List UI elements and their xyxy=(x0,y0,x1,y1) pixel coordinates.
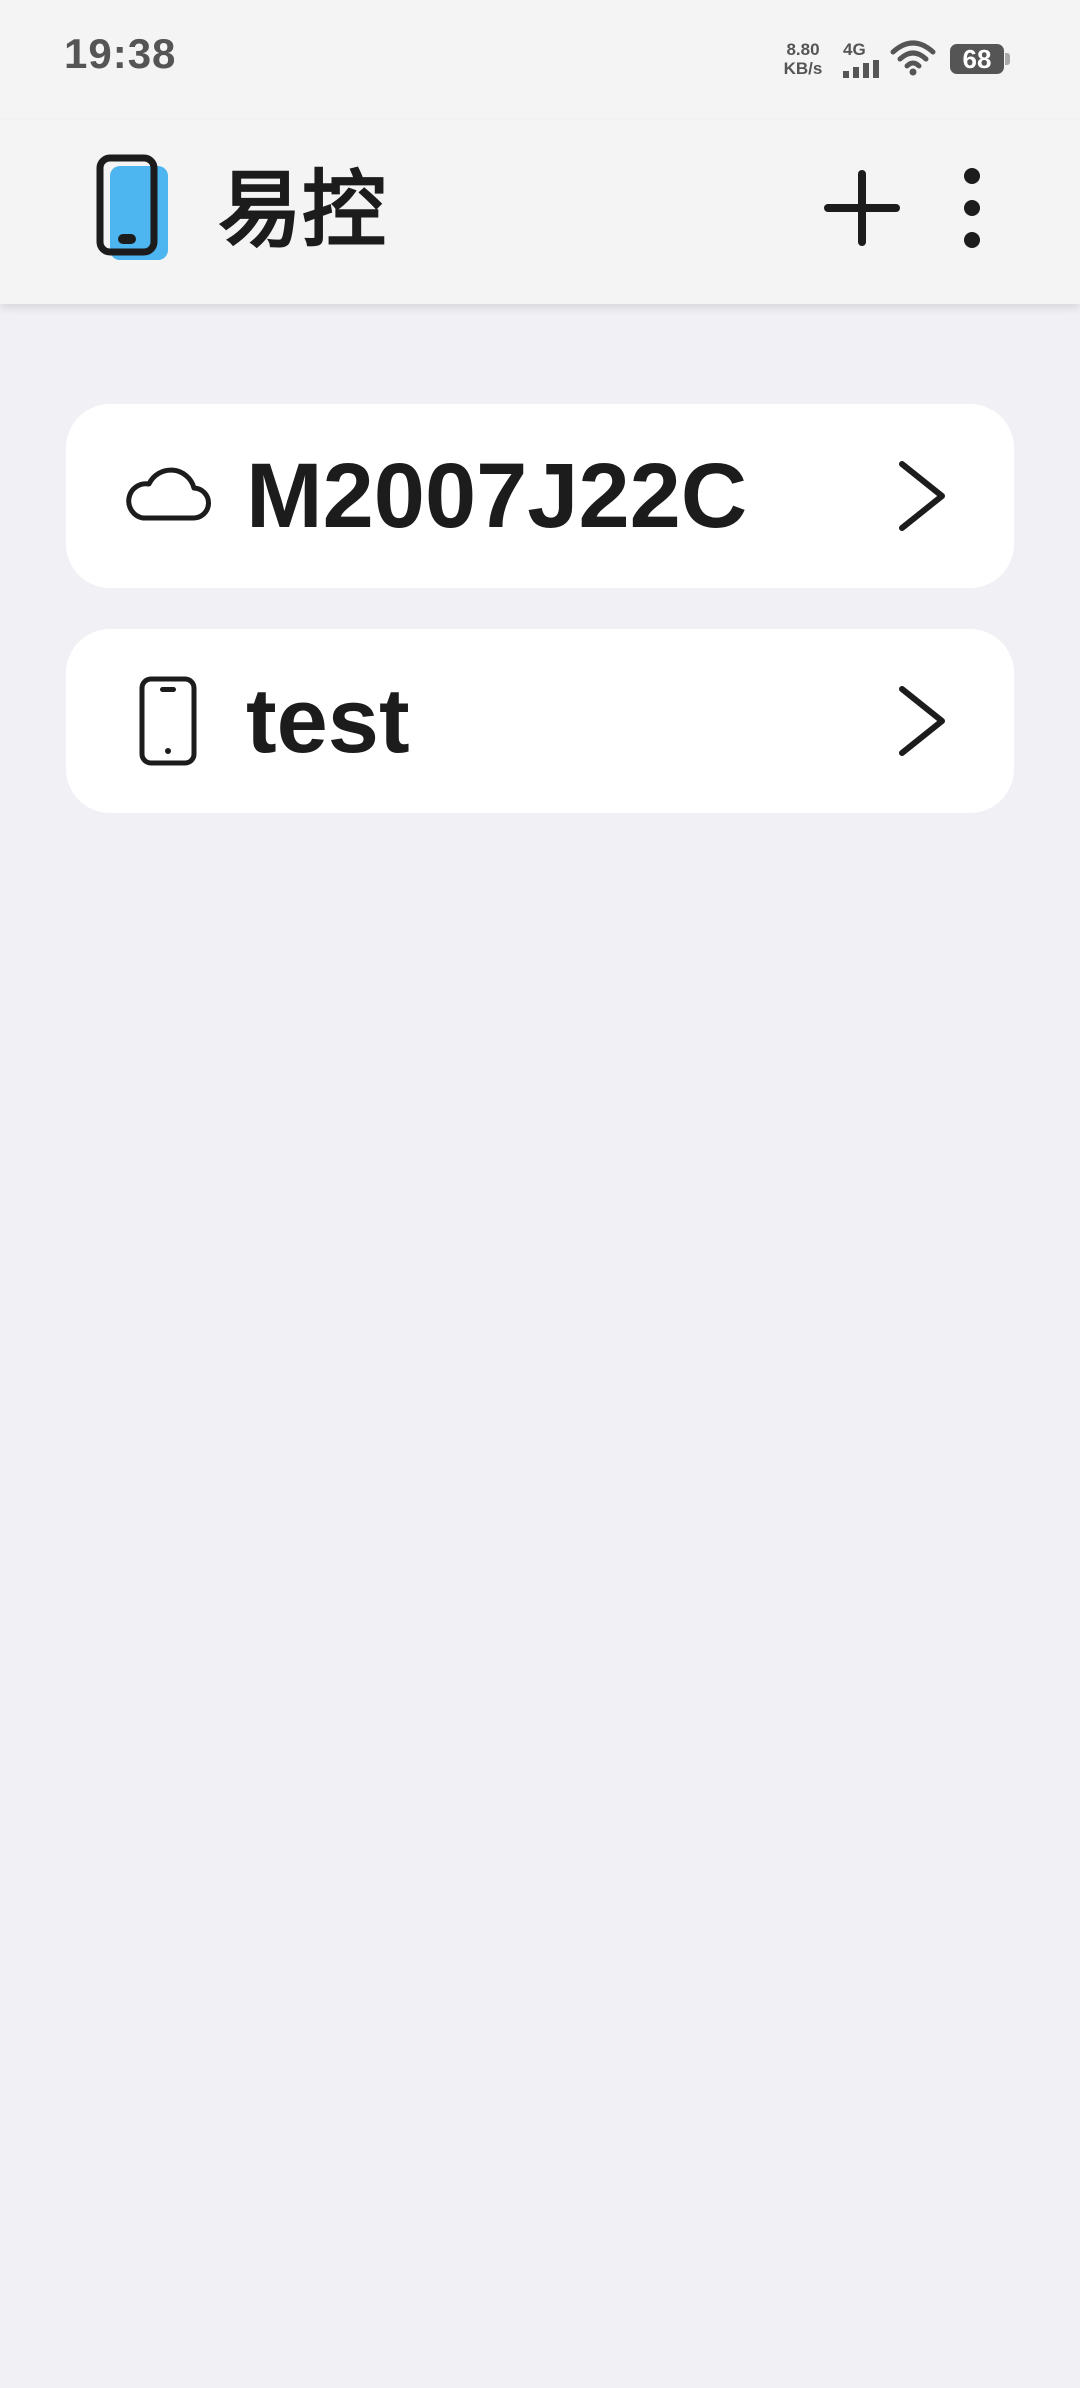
wifi-icon xyxy=(890,40,936,76)
status-bar: 19:38 8.80 KB/s 4G 68 xyxy=(0,0,1080,120)
network-speed-value: 8.80 xyxy=(786,40,820,59)
app-bar: 易控 xyxy=(0,120,1080,304)
phone-icon xyxy=(139,676,197,766)
phone-logo-icon xyxy=(96,154,168,260)
chevron-right-icon xyxy=(899,461,945,531)
device-list-item[interactable]: M2007J22C xyxy=(66,404,1014,588)
device-name: M2007J22C xyxy=(246,445,748,547)
status-time: 19:38 xyxy=(64,30,177,77)
device-list-item[interactable]: test xyxy=(66,629,1014,813)
device-name: test xyxy=(246,670,410,772)
signal-icon xyxy=(843,60,879,78)
network-speed-unit: KB/s xyxy=(783,59,823,78)
page-title: 易控 xyxy=(218,163,387,257)
network-speed: 8.80 KB/s xyxy=(773,40,833,78)
battery-indicator: 68 xyxy=(950,44,1010,74)
signal-label: 4G xyxy=(843,40,866,59)
cloud-icon xyxy=(126,467,211,521)
chevron-right-icon xyxy=(899,686,945,756)
add-device-button[interactable] xyxy=(822,166,902,250)
more-menu-button[interactable] xyxy=(946,160,998,256)
